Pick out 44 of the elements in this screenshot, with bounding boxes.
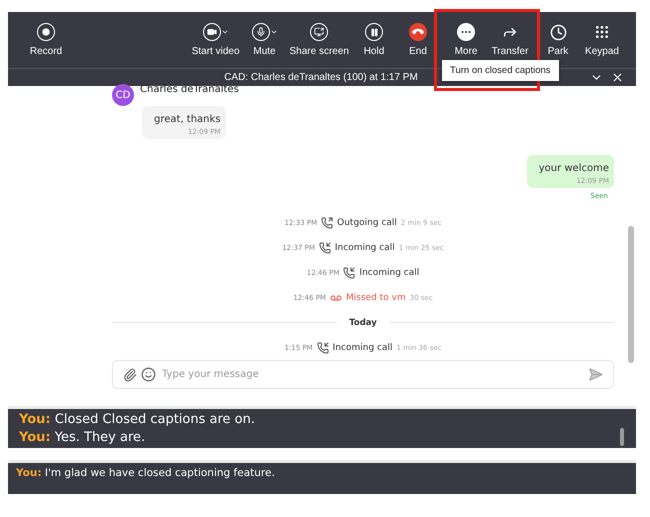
caret-icon xyxy=(270,28,278,36)
more-icon xyxy=(457,23,475,41)
toolbar-button[interactable]: More xyxy=(444,23,488,57)
emoji-icon[interactable] xyxy=(141,367,156,382)
toolbar-button[interactable]: Start video xyxy=(188,23,243,57)
microphone-icon xyxy=(252,23,270,41)
incoming-call-icon xyxy=(318,242,331,254)
toolbar-button[interactable]: Hold xyxy=(352,23,396,57)
attach-icon[interactable] xyxy=(123,368,137,382)
incoming-call-icon xyxy=(343,266,356,279)
tooltip: Turn on closed captions xyxy=(442,60,559,81)
caption-line: You: I'm glad we have closed captioning feature. xyxy=(16,466,276,481)
date-divider: Today xyxy=(349,318,377,328)
call-title: CAD: Charles deTranaltes (100) at 1:17 PM xyxy=(223,72,419,83)
call-description: Incoming call xyxy=(334,242,395,253)
toolbar-button[interactable]: Record xyxy=(24,23,68,57)
pause-icon xyxy=(365,23,383,41)
caption-line: You: Closed Closed captions are on. xyxy=(19,411,256,429)
toolbar-button[interactable]: Keypad xyxy=(580,23,624,57)
sender-name: Charles deTranaltes xyxy=(140,84,239,95)
share-screen-icon xyxy=(310,23,328,41)
scrollbar[interactable] xyxy=(620,428,624,446)
caption-line: You: Yes. They are. xyxy=(19,429,146,447)
toolbar-button[interactable]: End xyxy=(396,23,440,57)
toolbar-button[interactable]: Park xyxy=(536,23,580,57)
avatar: CD xyxy=(112,84,134,106)
outgoing-call-icon xyxy=(321,216,334,229)
incoming-call-icon xyxy=(316,342,329,354)
caret-icon xyxy=(220,28,229,36)
call-description: Incoming call xyxy=(332,342,392,353)
scrollbar[interactable] xyxy=(628,226,634,363)
message-field[interactable]: Type your message xyxy=(112,360,614,389)
video-camera-icon xyxy=(202,23,221,41)
clock-icon xyxy=(550,24,566,40)
record-icon xyxy=(37,23,55,41)
close-icon[interactable] xyxy=(611,71,624,84)
toolbar-button[interactable]: Mute xyxy=(242,23,287,57)
call-description: Incoming call xyxy=(359,268,420,278)
keypad-icon xyxy=(594,24,610,40)
hang-up-icon xyxy=(409,23,427,41)
call-description: Missed to vm xyxy=(346,292,406,303)
toolbar-button[interactable]: Share screen xyxy=(286,23,352,57)
toolbar-button[interactable]: Transfer xyxy=(488,23,532,57)
call-description: Outgoing call xyxy=(337,218,397,228)
